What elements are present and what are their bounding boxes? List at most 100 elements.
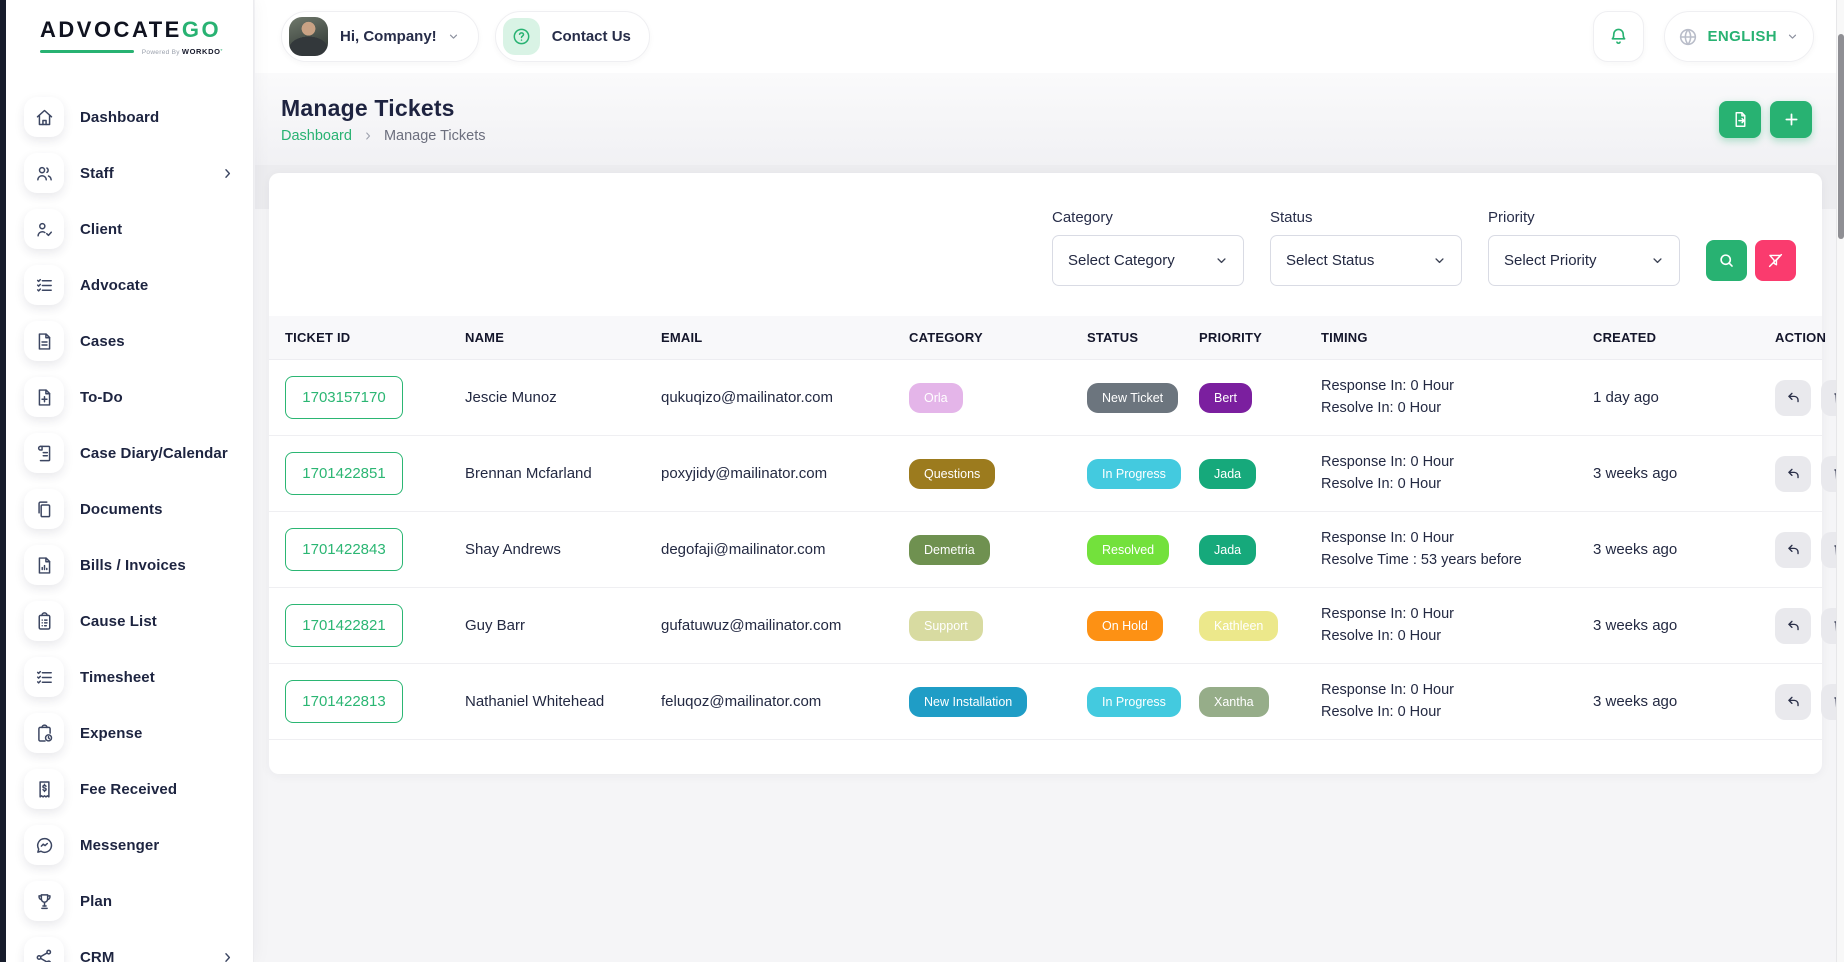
priority-select[interactable]: Select Priority — [1488, 235, 1680, 286]
sidebar-item-messenger[interactable]: Messenger — [24, 817, 235, 873]
column-header-action: ACTION — [1775, 330, 1830, 345]
ticket-created: 3 weeks ago — [1593, 617, 1775, 634]
reply-button[interactable] — [1775, 456, 1811, 492]
todo-file-plus-icon — [24, 377, 64, 417]
priority-filter-label: Priority — [1488, 209, 1680, 226]
sidebar: ADVOCATEGO Powered By WORKDO˚ DashboardS… — [6, 0, 254, 962]
reply-icon — [1785, 693, 1802, 710]
reply-icon — [1785, 389, 1802, 406]
sidebar-item-label: Client — [80, 221, 235, 238]
chevron-right-icon — [220, 166, 235, 181]
ticket-name: Shay Andrews — [465, 541, 661, 558]
ticket-name: Guy Barr — [465, 617, 661, 634]
ticket-timing: Response In: 0 HourResolve In: 0 Hour — [1321, 452, 1593, 496]
notifications-button[interactable] — [1593, 11, 1644, 62]
expense-clipboard-clock-icon — [24, 713, 64, 753]
sidebar-item-crm[interactable]: CRM — [24, 929, 235, 962]
ticket-id-link[interactable]: 1701422851 — [285, 452, 403, 495]
create-ticket-button[interactable] — [1770, 101, 1812, 138]
ticket-created: 3 weeks ago — [1593, 465, 1775, 482]
ticket-timing: Response In: 0 HourResolve In: 0 Hour — [1321, 376, 1593, 420]
reset-filter-button[interactable] — [1755, 240, 1796, 281]
sidebar-item-advocate[interactable]: Advocate — [24, 257, 235, 313]
sidebar-item-cases[interactable]: Cases — [24, 313, 235, 369]
ticket-id-link[interactable]: 1703157170 — [285, 376, 403, 419]
case-diary-journal-icon — [24, 433, 64, 473]
sidebar-item-bills-invoices[interactable]: Bills / Invoices — [24, 537, 235, 593]
plus-icon — [1782, 110, 1801, 129]
priority-badge: Jada — [1199, 459, 1256, 489]
cases-file-icon — [24, 321, 64, 361]
sidebar-item-expense[interactable]: Expense — [24, 705, 235, 761]
sidebar-item-label: Plan — [80, 893, 235, 910]
sidebar-item-fee-received[interactable]: Fee Received — [24, 761, 235, 817]
breadcrumb-dashboard-link[interactable]: Dashboard — [281, 128, 352, 144]
sidebar-item-label: Expense — [80, 725, 235, 742]
contact-us-button[interactable]: Contact Us — [495, 11, 650, 62]
table-row: 1701422813Nathaniel Whiteheadfeluqoz@mai… — [269, 664, 1822, 740]
category-filter-label: Category — [1052, 209, 1244, 226]
sidebar-item-timesheet[interactable]: Timesheet — [24, 649, 235, 705]
reply-button[interactable] — [1775, 380, 1811, 416]
reply-icon — [1785, 617, 1802, 634]
priority-badge: Bert — [1199, 383, 1252, 413]
priority-badge: Kathleen — [1199, 611, 1278, 641]
crm-nodes-icon — [24, 937, 64, 962]
ticket-name: Brennan Mcfarland — [465, 465, 661, 482]
ticket-timing: Response In: 0 HourResolve In: 0 Hour — [1321, 680, 1593, 724]
column-header-email: EMAIL — [661, 330, 909, 345]
search-button[interactable] — [1706, 240, 1747, 281]
status-badge: Resolved — [1087, 535, 1169, 565]
ticket-id-link[interactable]: 1701422821 — [285, 604, 403, 647]
fee-receipt-icon — [24, 769, 64, 809]
export-button[interactable] — [1719, 101, 1761, 138]
brand-logo[interactable]: ADVOCATEGO Powered By WORKDO˚ — [6, 0, 253, 73]
sidebar-item-label: Documents — [80, 501, 235, 518]
column-header-status: STATUS — [1087, 330, 1199, 345]
scrollbar-thumb[interactable] — [1838, 34, 1844, 239]
topbar: Hi, Company! Contact Us ENGLISH — [255, 0, 1836, 73]
category-badge: Support — [909, 611, 983, 641]
main-area: Hi, Company! Contact Us ENGLISH Manage T… — [255, 0, 1836, 962]
content: Category Select Category Status Select S… — [255, 173, 1836, 774]
sidebar-item-cause-list[interactable]: Cause List — [24, 593, 235, 649]
sidebar-item-label: Messenger — [80, 837, 235, 854]
bills-invoice-icon — [24, 545, 64, 585]
sidebar-nav: DashboardStaff Client AdvocateCases To-Do Ca… — [6, 73, 253, 962]
ticket-name: Jescie Munoz — [465, 389, 661, 406]
ticket-created: 3 weeks ago — [1593, 541, 1775, 558]
sidebar-item-plan[interactable]: Plan — [24, 873, 235, 929]
sidebar-item-label: To-Do — [80, 389, 235, 406]
language-selector[interactable]: ENGLISH — [1664, 11, 1814, 62]
question-icon — [503, 18, 540, 55]
sidebar-item-client[interactable]: Client — [24, 201, 235, 257]
reply-button[interactable] — [1775, 532, 1811, 568]
status-badge: In Progress — [1087, 687, 1181, 717]
ticket-timing: Response In: 0 HourResolve Time : 53 yea… — [1321, 528, 1593, 572]
chevron-down-icon — [447, 30, 460, 43]
sidebar-item-case-diary-calendar[interactable]: Case Diary/Calendar — [24, 425, 235, 481]
sidebar-item-label: Timesheet — [80, 669, 235, 686]
sidebar-item-to-do[interactable]: To-Do — [24, 369, 235, 425]
ticket-id-link[interactable]: 1701422843 — [285, 528, 403, 571]
sidebar-item-label: Cause List — [80, 613, 235, 630]
ticket-id-link[interactable]: 1701422813 — [285, 680, 403, 723]
sidebar-item-documents[interactable]: Documents — [24, 481, 235, 537]
page-scrollbar[interactable] — [1836, 0, 1844, 962]
column-header-ticket-id: TICKET ID — [285, 330, 465, 345]
filter-off-icon — [1766, 251, 1785, 270]
sidebar-item-staff[interactable]: Staff — [24, 145, 235, 201]
advocate-checklist-icon — [24, 265, 64, 305]
table-header-row: TICKET IDNAMEEMAILCATEGORYSTATUSPRIORITY… — [269, 316, 1822, 360]
reply-button[interactable] — [1775, 608, 1811, 644]
tickets-table: TICKET IDNAMEEMAILCATEGORYSTATUSPRIORITY… — [269, 316, 1822, 740]
user-menu[interactable]: Hi, Company! — [281, 11, 479, 62]
reply-button[interactable] — [1775, 684, 1811, 720]
category-badge: Questions — [909, 459, 995, 489]
sidebar-item-dashboard[interactable]: Dashboard — [24, 89, 235, 145]
globe-icon — [1677, 26, 1699, 48]
chevron-down-icon — [1214, 253, 1229, 268]
category-select[interactable]: Select Category — [1052, 235, 1244, 286]
sidebar-item-label: Bills / Invoices — [80, 557, 235, 574]
status-select[interactable]: Select Status — [1270, 235, 1462, 286]
